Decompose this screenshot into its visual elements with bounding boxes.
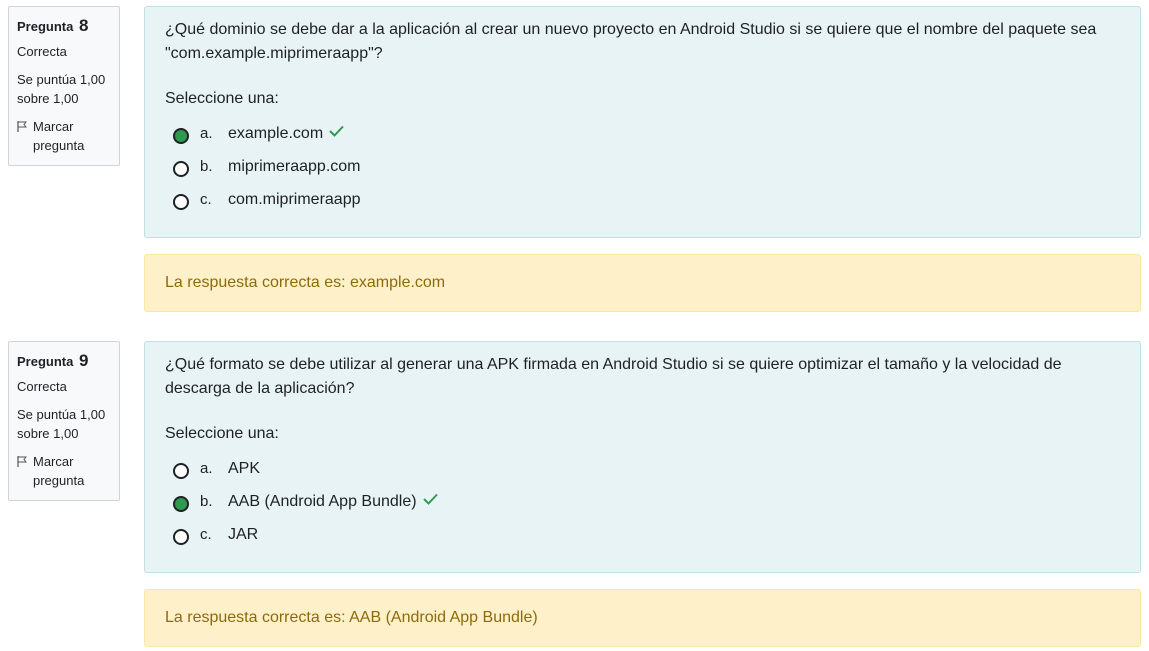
question-number: Pregunta 8 [17, 16, 111, 36]
answer-option-c[interactable]: c. JAR [165, 518, 1120, 551]
answer-radio-selected[interactable] [173, 127, 189, 144]
answer-option-a[interactable]: a. APK [165, 452, 1120, 485]
question-grade: Se puntúa 1,00 sobre 1,00 [17, 407, 106, 441]
question-info: Pregunta 9 Correcta Se puntúa 1,00 sobre… [8, 341, 120, 501]
answer-letter: c. [200, 190, 212, 208]
question-state: Correcta [17, 379, 67, 394]
question-number-value: 9 [78, 351, 89, 370]
correct-answer-feedback: La respuesta correcta es: example.com [144, 254, 1141, 312]
flag-icon [17, 121, 27, 132]
flag-icon [17, 456, 27, 467]
answer-text: AAB (Android App Bundle) [228, 492, 417, 510]
question-text: ¿Qué dominio se debe dar a la aplicación… [165, 21, 1097, 62]
correct-answer-feedback: La respuesta correcta es: AAB (Android A… [144, 589, 1141, 647]
answer-radio[interactable] [173, 160, 189, 177]
feedback-text: La respuesta correcta es: example.com [165, 274, 446, 291]
flag-label: Marcar pregunta [33, 454, 85, 488]
answer-letter: a. [200, 124, 213, 142]
answer-prompt: Seleccione una: [165, 90, 279, 107]
check-icon [329, 125, 344, 137]
answer-radio[interactable] [173, 193, 189, 210]
answer-letter: b. [200, 157, 213, 175]
flag-label: Marcar pregunta [33, 119, 85, 153]
answer-radio-selected[interactable] [173, 495, 189, 512]
check-icon [422, 493, 438, 505]
answer-radio[interactable] [173, 462, 189, 479]
question-label: Pregunta [17, 19, 74, 34]
answer-text: example.com [228, 124, 324, 142]
question-text: ¿Qué formato se debe utilizar al generar… [165, 356, 1062, 397]
question-label: Pregunta [17, 354, 74, 369]
question-number-value: 8 [78, 16, 89, 35]
question-info: Pregunta 8 Correcta Se puntúa 1,00 sobre… [8, 6, 120, 166]
question-formulation: ¿Qué dominio se debe dar a la aplicación… [144, 6, 1141, 238]
answer-option-a[interactable]: a. example.com [165, 117, 1120, 150]
answer-text: JAR [228, 525, 259, 543]
answer-text: com.miprimeraapp [228, 190, 361, 208]
question-formulation: ¿Qué formato se debe utilizar al generar… [144, 341, 1141, 573]
flag-question-link[interactable]: Marcar pregunta [17, 117, 111, 155]
answer-radio[interactable] [173, 528, 189, 545]
answer-option-c[interactable]: c. com.miprimeraapp [165, 183, 1120, 216]
answer-list: a. example.com b. miprimeraapp.com c. co… [165, 117, 1120, 216]
answer-text: miprimeraapp.com [228, 157, 361, 175]
answer-option-b[interactable]: b. miprimeraapp.com [165, 150, 1120, 183]
answer-letter: c. [200, 525, 212, 543]
question-number: Pregunta 9 [17, 351, 111, 371]
answer-text: APK [228, 459, 261, 477]
answer-prompt: Seleccione una: [165, 425, 279, 442]
answer-letter: a. [200, 459, 213, 477]
flag-question-link[interactable]: Marcar pregunta [17, 452, 111, 490]
answer-letter: b. [200, 492, 213, 510]
feedback-text: La respuesta correcta es: AAB (Android A… [165, 609, 538, 626]
question-state: Correcta [17, 44, 67, 59]
question-grade: Se puntúa 1,00 sobre 1,00 [17, 72, 106, 106]
answer-option-b[interactable]: b. AAB (Android App Bundle) [165, 485, 1120, 518]
answer-list: a. APK b. AAB (Android App Bundle) c. JA… [165, 452, 1120, 551]
